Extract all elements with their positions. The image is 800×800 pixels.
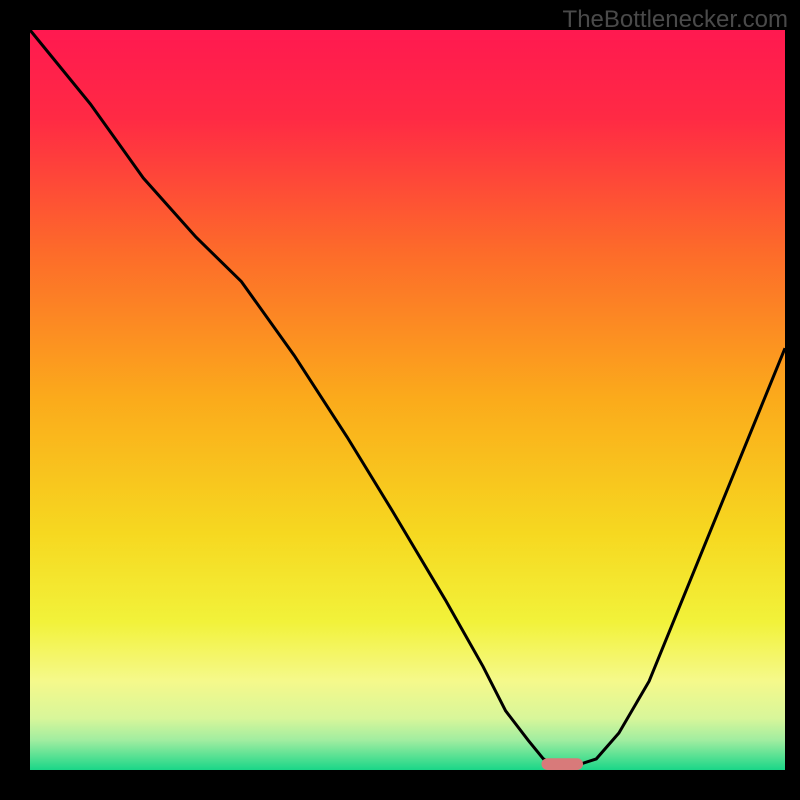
optimal-marker — [542, 758, 584, 770]
watermark: TheBottlenecker.com — [563, 6, 788, 34]
plot-background — [30, 30, 785, 770]
chart-container — [0, 0, 800, 800]
chart-svg — [0, 0, 800, 800]
